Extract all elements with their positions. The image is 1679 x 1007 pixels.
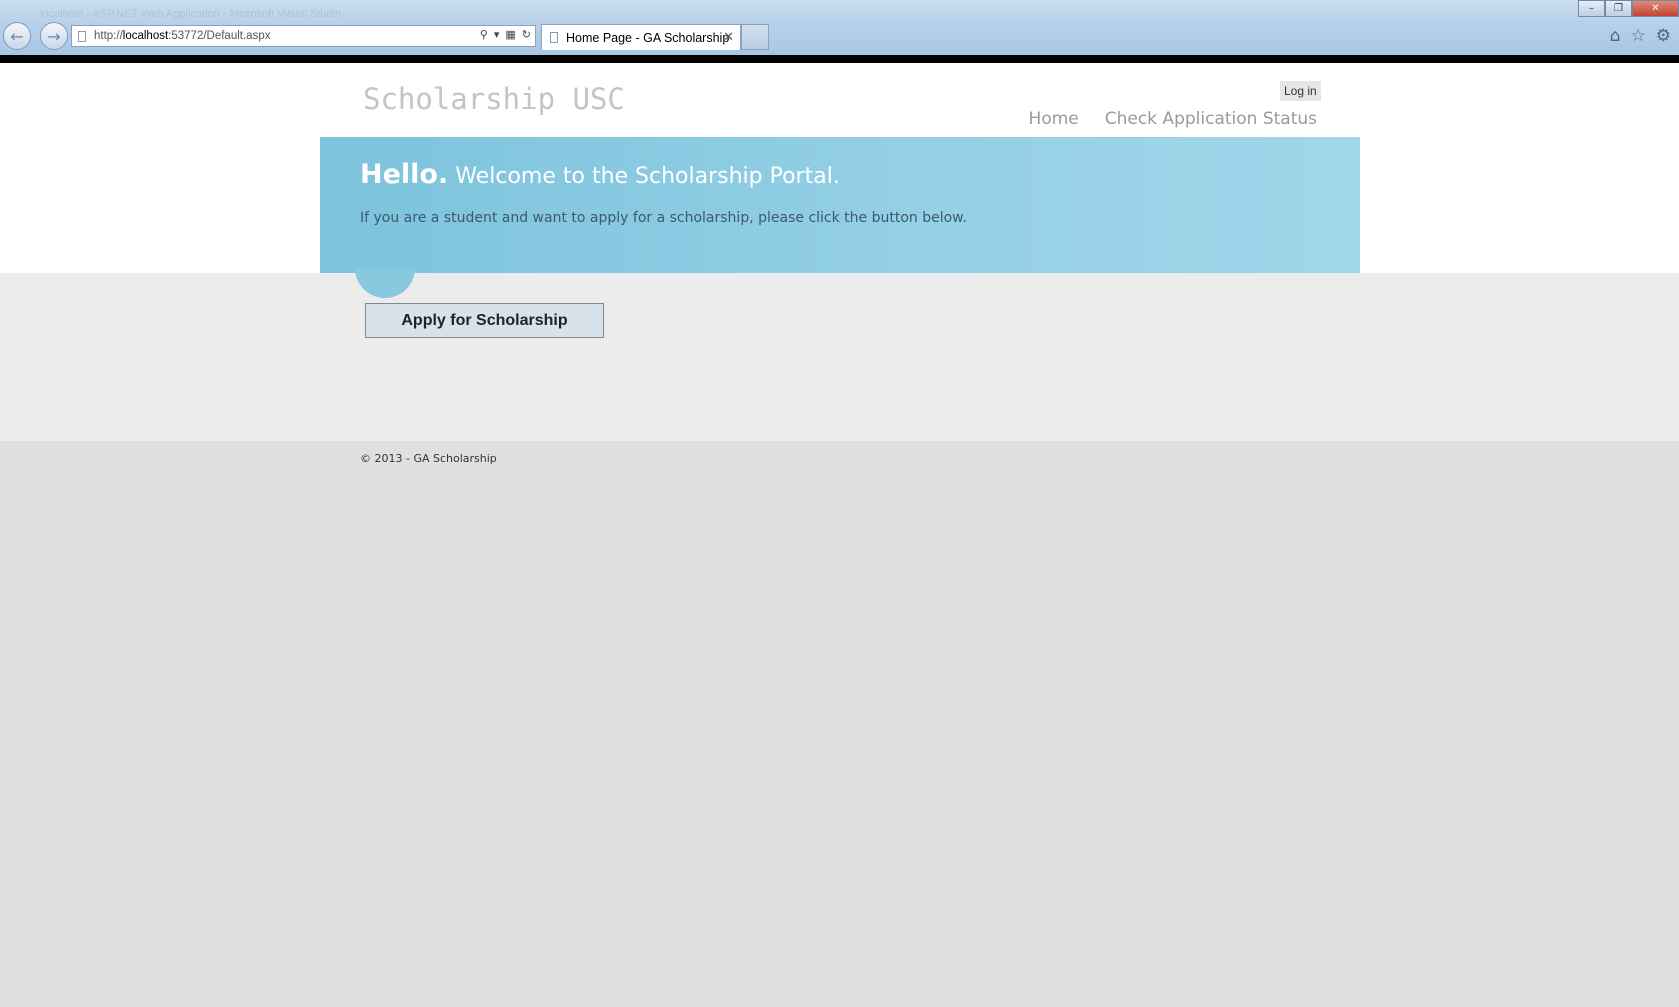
featured-banner: Hello. Welcome to the Scholarship Portal… (320, 137, 1360, 273)
url-host: localhost (122, 30, 169, 42)
footer-copyright: © 2013 - GA Scholarship (360, 452, 497, 465)
search-icon[interactable]: ⚲ (480, 28, 488, 41)
apply-button[interactable]: Apply for Scholarship (365, 303, 604, 338)
refresh-icon[interactable]: ↻ (522, 28, 531, 41)
login-link[interactable]: Log in (1280, 81, 1321, 101)
menu-item-check-status[interactable]: Check Application Status (1105, 109, 1317, 129)
hello-text: Hello. (360, 159, 449, 190)
tab-title: Home Page - GA Scholarship (566, 30, 730, 45)
minimize-button[interactable]: – (1578, 0, 1605, 17)
url-prefix: http:// (94, 30, 123, 42)
menu-item-home[interactable]: Home (1029, 109, 1079, 129)
tab-active[interactable]: Home Page - GA Scholarship ✕ (541, 24, 741, 50)
restore-button[interactable]: ❐ (1605, 0, 1632, 17)
page-icon (78, 30, 86, 42)
close-window-button[interactable]: ✕ (1632, 0, 1679, 17)
address-tools: ⚲ ▾ ▦ ↻ (480, 28, 531, 41)
address-bar[interactable]: http://localhost:53772/Default.aspx ⚲ ▾ … (71, 25, 536, 47)
arrow-left-icon: ← (10, 26, 24, 46)
back-button[interactable]: ← (3, 22, 31, 50)
browser-chrome: localhost - ASP.NET Web Application - Mi… (0, 0, 1679, 55)
home-icon[interactable]: ⌂ (1610, 26, 1621, 46)
window-controls: – ❐ ✕ (1578, 0, 1679, 17)
main-menu: Home Check Application Status (1029, 109, 1317, 129)
intro-text: If you are a student and want to apply f… (360, 210, 967, 226)
welcome-heading: Hello. Welcome to the Scholarship Portal… (360, 159, 840, 190)
browser-toolbar-icons: ⌂ ☆ ⚙ (1610, 26, 1671, 46)
forward-button[interactable]: → (40, 22, 68, 50)
url-rest: :53772/Default.aspx (168, 30, 271, 42)
new-tab-button[interactable] (741, 24, 769, 50)
chrome-divider (0, 55, 1679, 63)
window-title: localhost - ASP.NET Web Application - Mi… (40, 8, 342, 20)
welcome-text: Welcome to the Scholarship Portal. (455, 164, 840, 189)
page-icon (550, 32, 558, 43)
close-icon[interactable]: ✕ (723, 29, 734, 45)
star-icon[interactable]: ☆ (1631, 26, 1646, 46)
gear-icon[interactable]: ⚙ (1656, 26, 1671, 46)
site-title[interactable]: Scholarship USC (363, 82, 625, 116)
url-text: http://localhost:53772/Default.aspx (94, 30, 270, 42)
main-content (0, 273, 1679, 441)
arrow-right-icon: → (47, 26, 61, 46)
chevron-down-icon[interactable]: ▾ (494, 28, 500, 41)
compatibility-icon[interactable]: ▦ (505, 28, 515, 41)
